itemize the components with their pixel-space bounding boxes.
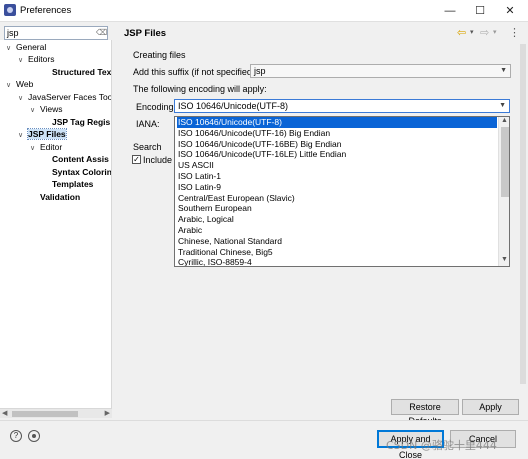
minimize-button[interactable]: — xyxy=(436,2,464,20)
tree-item-label: Editors xyxy=(28,54,55,64)
encoding-value: ISO 10646/Unicode(UTF-8) xyxy=(178,101,289,111)
forward-menu-chevron-icon[interactable]: ▾ xyxy=(493,28,497,36)
encoding-label: Encoding: xyxy=(136,102,177,112)
tree-item-label: JSP Tag Regis xyxy=(52,117,111,127)
apply-button[interactable]: Apply xyxy=(462,399,519,415)
tree-item[interactable]: ∨ General xyxy=(6,41,46,53)
tree-item-label: JavaServer Faces Too xyxy=(28,92,112,102)
encoding-option[interactable]: Arabic, Logical xyxy=(177,214,497,225)
tree-item[interactable]: ∨ Web xyxy=(6,78,33,90)
tree-item-label: Content Assis xyxy=(52,154,109,164)
encoding-option[interactable]: US ASCII xyxy=(177,160,497,171)
encoding-option[interactable]: ISO 10646/Unicode(UTF-8) xyxy=(177,117,497,128)
encoding-option[interactable]: Southern European xyxy=(177,203,497,214)
help-icon[interactable]: ? xyxy=(10,430,22,442)
suffix-combo[interactable]: jsp ▼ xyxy=(250,64,511,78)
encoding-option[interactable]: ISO 10646/Unicode(UTF-16LE) Little Endia… xyxy=(177,149,497,160)
encoding-option[interactable]: Traditional Chinese, Big5 xyxy=(177,247,497,258)
import-export-icon[interactable] xyxy=(28,430,40,442)
expand-chevron-icon[interactable]: ∨ xyxy=(30,143,40,155)
expand-chevron-icon[interactable]: ∨ xyxy=(18,93,28,105)
encoding-dropdown-list[interactable]: Cyrillic, ISO-8859-4 Traditional Chinese,… xyxy=(174,116,510,267)
window-title: Preferences xyxy=(20,5,72,16)
include-checkbox[interactable]: ✓ xyxy=(132,155,141,164)
encoding-option[interactable]: ISO Latin-9 xyxy=(177,182,497,193)
back-menu-chevron-icon[interactable]: ▾ xyxy=(470,28,474,36)
expand-chevron-icon[interactable]: ∨ xyxy=(18,55,28,67)
page-vertical-scrollbar[interactable] xyxy=(518,42,528,398)
tree-item[interactable]: Templates xyxy=(42,178,93,190)
creating-files-group-label: Creating files xyxy=(133,50,186,60)
eclipse-app-icon xyxy=(4,4,16,16)
tree-item-label: Web xyxy=(16,79,34,89)
page-title: JSP Files xyxy=(124,28,167,39)
tree-item-label: JSP Files xyxy=(27,128,67,140)
expand-chevron-icon[interactable]: ∨ xyxy=(30,105,40,117)
scroll-right-icon[interactable]: ▶ xyxy=(105,409,110,417)
suffix-value: jsp xyxy=(254,66,266,76)
encoding-combo[interactable]: ISO 10646/Unicode(UTF-8) ▼ xyxy=(174,99,510,113)
preference-tree: ∨General∨EditorsStructured Text E∨Web∨Ja… xyxy=(0,40,112,408)
restore-defaults-button[interactable]: Restore Defaults xyxy=(391,399,459,426)
tree-item[interactable]: Content Assis xyxy=(42,153,109,165)
encoding-option[interactable]: Cyrillic, ISO-8859-4 xyxy=(177,257,497,266)
dropdown-scroll-thumb[interactable] xyxy=(501,127,509,197)
filter-input[interactable]: jsp xyxy=(4,26,108,40)
expand-chevron-icon[interactable]: ∨ xyxy=(18,130,28,142)
close-button[interactable]: ✕ xyxy=(496,2,524,20)
chevron-down-icon[interactable]: ▼ xyxy=(499,100,506,112)
tree-item[interactable]: ∨ Editor xyxy=(30,141,62,153)
tree-item-label: Views xyxy=(40,104,63,114)
tree-item-label: Syntax Colorin xyxy=(52,167,112,177)
tree-item-label: Editor xyxy=(40,142,63,152)
scroll-left-icon[interactable]: ◀ xyxy=(2,409,7,417)
encoding-option[interactable]: ISO 10646/Unicode(UTF-16) Big Endian xyxy=(177,128,497,139)
tree-item[interactable]: ∨ JSP Files xyxy=(18,128,67,142)
tree-item-label: Structured Text E xyxy=(52,67,112,77)
page-header: JSP Files ⇦ ▾ ⇨ ▾ ⋮ xyxy=(116,24,526,42)
watermark: CSDN @骆驼十里444 xyxy=(386,439,497,452)
scroll-down-icon[interactable]: ▼ xyxy=(501,256,508,263)
tree-item[interactable]: Structured Text E xyxy=(42,66,112,78)
chevron-down-icon[interactable]: ▼ xyxy=(500,65,507,77)
tree-item[interactable]: ∨ Views xyxy=(30,103,63,115)
encoding-option[interactable]: Central/East European (Slavic) xyxy=(177,193,497,204)
encoding-intro-label: The following encoding will apply: xyxy=(133,84,267,94)
page-scroll-thumb[interactable] xyxy=(520,44,526,384)
tree-horizontal-scrollbar[interactable]: ◀ ▶ xyxy=(0,408,112,418)
clear-filter-icon[interactable]: ⌫ xyxy=(96,28,107,38)
expand-chevron-icon[interactable]: ∨ xyxy=(6,43,16,55)
forward-arrow-icon[interactable]: ⇨ xyxy=(480,26,489,39)
expand-chevron-icon[interactable]: ∨ xyxy=(6,80,16,92)
encoding-option[interactable]: ISO 10646/Unicode(UTF-16BE) Big Endian xyxy=(177,139,497,150)
scroll-up-icon[interactable]: ▲ xyxy=(501,117,508,124)
encoding-option[interactable]: Arabic xyxy=(177,225,497,236)
tree-item-label: General xyxy=(16,42,47,52)
encoding-option[interactable]: ISO Latin-1 xyxy=(177,171,497,182)
tree-item[interactable]: ∨ Editors xyxy=(18,53,54,65)
dropdown-scrollbar[interactable]: ▲ ▼ xyxy=(498,117,509,266)
back-arrow-icon[interactable]: ⇦ xyxy=(457,26,466,39)
tree-item-label: Validation xyxy=(40,192,81,202)
tree-item[interactable]: Syntax Colorin xyxy=(42,166,112,178)
tree-item[interactable]: JSP Tag Regis xyxy=(42,116,110,128)
more-options-icon[interactable]: ⋮ xyxy=(509,26,520,39)
scroll-thumb[interactable] xyxy=(12,411,78,417)
search-group-label: Search xyxy=(133,142,162,152)
suffix-label: Add this suffix (if not specified): xyxy=(133,67,258,77)
maximize-button[interactable]: ☐ xyxy=(466,2,494,20)
encoding-option[interactable]: Chinese, National Standard xyxy=(177,236,497,247)
tree-item-label: Templates xyxy=(52,179,94,189)
tree-item[interactable]: Validation xyxy=(30,191,80,203)
tree-item[interactable]: ∨ JavaServer Faces Too xyxy=(18,91,112,105)
title-bar: Preferences — ☐ ✕ xyxy=(0,0,528,22)
iana-label: IANA: xyxy=(136,119,160,129)
